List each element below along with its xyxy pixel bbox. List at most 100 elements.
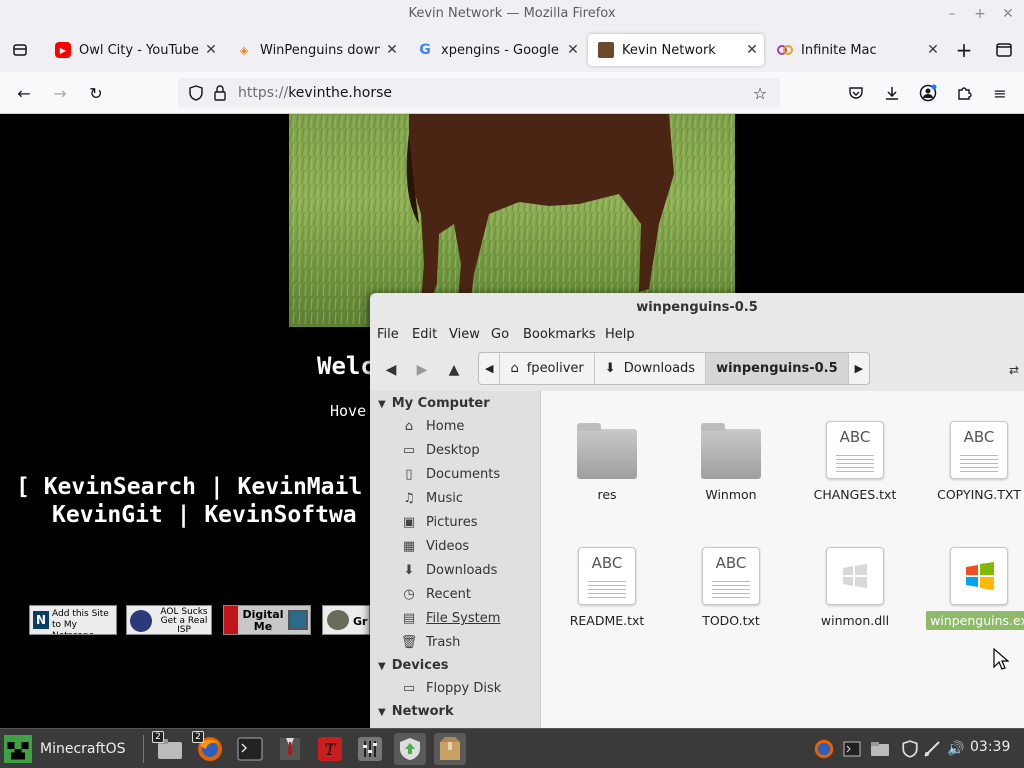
back-icon[interactable]: ◀ (377, 357, 405, 383)
digital-me-badge[interactable]: Digital Me (223, 605, 311, 635)
site-diamond-icon: ◈ (239, 43, 249, 57)
tab-close-icon[interactable]: ✕ (199, 42, 223, 58)
file-item-winmon-dll[interactable]: winmon.dll (793, 531, 917, 641)
sidebar-item-downloads[interactable]: ⬇ Downloads (400, 563, 498, 578)
file-item-winmon[interactable]: Winmon (669, 405, 793, 515)
breadcrumb-winpenguins[interactable]: winpenguins-0.5 (706, 353, 849, 384)
sidebar-item-pictures[interactable]: ▣ Pictures (400, 515, 478, 530)
forward-icon[interactable]: ▶ (408, 357, 436, 383)
tab-close-icon[interactable]: ✕ (921, 42, 945, 58)
bookmark-star-icon[interactable]: ☆ (746, 79, 774, 107)
menu-bookmarks[interactable]: Bookmarks (523, 327, 596, 342)
minimize-icon[interactable]: – (938, 0, 966, 28)
tab-close-icon[interactable]: ✕ (380, 42, 404, 58)
my-computer-header[interactable]: ▼ My Computer (378, 396, 490, 411)
tray-shield-icon[interactable] (898, 737, 922, 761)
collapse-arrow-icon: ▼ (378, 707, 386, 718)
gimp-badge[interactable]: Gr (322, 605, 370, 635)
sidebar-item-videos[interactable]: ▦ Videos (400, 539, 469, 554)
close-window-icon[interactable]: ✕ (994, 0, 1022, 28)
tray-volume-icon[interactable]: 🔊 (944, 737, 968, 761)
taskbar-firefox-group[interactable]: 2 (192, 731, 226, 765)
windows-executable-icon (950, 547, 1008, 605)
file-item-winpenguins-exe[interactable]: winpenguins.ex (917, 531, 1024, 641)
new-tab-icon[interactable]: + (950, 36, 978, 64)
file-item-changes-txt[interactable]: ABC CHANGES.txt (793, 405, 917, 515)
tray-terminal-icon[interactable] (840, 737, 864, 761)
menu-go[interactable]: Go (491, 327, 509, 342)
home-icon: ⌂ (404, 419, 414, 434)
collapse-arrow-icon: ▼ (378, 661, 386, 672)
sidebar-item-desktop[interactable]: ▭ Desktop (400, 443, 480, 458)
tab-google-search[interactable]: G xpengins - Google Se ✕ (407, 34, 585, 66)
file-item-copying-txt[interactable]: ABC COPYING.TXT (917, 405, 1024, 515)
taskbar-files-group[interactable]: 2 (152, 731, 186, 765)
url-text[interactable]: https://kevinthe.horse (238, 78, 392, 108)
start-menu-button[interactable]: MinecraftOS (4, 733, 126, 765)
aol-logo-icon (130, 610, 152, 632)
tray-folder-icon[interactable] (868, 737, 892, 761)
sidebar-item-recent[interactable]: ◷ Recent (400, 587, 471, 602)
taskbar-terminal[interactable] (234, 733, 266, 765)
pocket-icon[interactable] (842, 79, 870, 107)
sidebar-item-trash[interactable]: 🗑 Trash (400, 635, 461, 650)
trash-icon: 🗑 (400, 635, 418, 650)
url-bar[interactable]: https://kevinthe.horse ☆ (178, 78, 780, 108)
sidebar-item-music[interactable]: ♫ Music (400, 491, 463, 506)
taskbar-suit-app[interactable] (274, 733, 306, 765)
menu-view[interactable]: View (449, 327, 480, 342)
site-links-line1[interactable]: [ KevinSearch | KevinMail (16, 474, 362, 500)
up-icon[interactable]: ▲ (440, 357, 468, 383)
breadcrumb-fpeoliver[interactable]: ⌂ fpeoliver (500, 353, 595, 384)
download-arrow-icon: ⬇ (403, 563, 415, 578)
tab-owl-city-youtube[interactable]: ▶ Owl City - YouTube ✕ (45, 34, 223, 66)
tab-winpenguins[interactable]: ◈ WinPenguins downl ✕ (226, 34, 404, 66)
account-icon[interactable] (914, 79, 942, 107)
tab-infinite-mac[interactable]: Infinite Mac ✕ (767, 34, 945, 66)
document-icon: ▯ (405, 467, 413, 482)
back-arrow-icon[interactable]: ← (10, 79, 38, 107)
maximize-icon[interactable]: + (966, 0, 994, 28)
taskbar-mixer-app[interactable] (354, 733, 386, 765)
computer-monitor-icon (288, 610, 308, 630)
file-item-res[interactable]: res (545, 405, 669, 515)
netscape-badge[interactable]: N Add this Site to My Netscape (29, 605, 117, 635)
menu-help[interactable]: Help (605, 327, 635, 342)
menu-edit[interactable]: Edit (412, 327, 437, 342)
sidebar-item-documents[interactable]: ▯ Documents (400, 467, 500, 482)
breadcrumb: ◀ ⌂ fpeoliver ⬇ Downloads winpenguins-0.… (478, 352, 871, 385)
site-links-line2[interactable]: KevinGit | KevinSoftwa (52, 502, 357, 528)
hamburger-menu-icon[interactable]: ≡ (986, 79, 1014, 107)
firefox-view-icon[interactable] (6, 36, 34, 64)
window-title: Kevin Network — Mozilla Firefox (408, 6, 616, 21)
forward-arrow-icon[interactable]: → (46, 79, 74, 107)
sidebar-item-home[interactable]: ⌂ Home (400, 419, 465, 434)
breadcrumb-downloads[interactable]: ⬇ Downloads (595, 353, 707, 384)
taskbar-clock[interactable]: 03:39 (970, 739, 1010, 755)
tray-network-icon[interactable] (920, 737, 944, 761)
file-item-readme-txt[interactable]: ABC README.txt (545, 531, 669, 641)
devices-header[interactable]: ▼ Devices (378, 658, 449, 673)
sidebar-item-floppy-disk[interactable]: ▭ Floppy Disk (400, 681, 501, 696)
tab-kevin-network[interactable]: Kevin Network ✕ (588, 34, 764, 66)
extensions-puzzle-icon[interactable] (950, 79, 978, 107)
aol-sucks-badge[interactable]: AOL Sucks Get a Real ISP (126, 605, 212, 635)
tab-close-icon[interactable]: ✕ (561, 42, 585, 58)
tray-firefox-icon[interactable] (812, 737, 836, 761)
list-all-tabs-icon[interactable] (990, 36, 1018, 64)
lock-icon[interactable] (206, 79, 234, 107)
breadcrumb-left-arrow-icon[interactable]: ◀ (479, 353, 501, 384)
sidebar-item-file-system[interactable]: ▤ File System (400, 611, 501, 626)
taskbar-update-manager[interactable] (394, 733, 426, 765)
reload-icon[interactable]: ↻ (82, 79, 110, 107)
taskbar-font-app[interactable]: T (314, 733, 346, 765)
network-header[interactable]: ▼ Network (378, 704, 454, 719)
file-item-todo-txt[interactable]: ABC TODO.txt (669, 531, 793, 641)
breadcrumb-right-arrow-icon[interactable]: ▶ (849, 353, 869, 384)
drive-icon: ▤ (402, 611, 416, 626)
downloads-icon[interactable] (878, 79, 906, 107)
menu-file[interactable]: File (377, 327, 399, 342)
tab-close-icon[interactable]: ✕ (740, 42, 764, 58)
taskbar-package-app[interactable] (434, 733, 466, 765)
toolbar-overflow-icon[interactable]: ⇄ (1000, 357, 1024, 383)
